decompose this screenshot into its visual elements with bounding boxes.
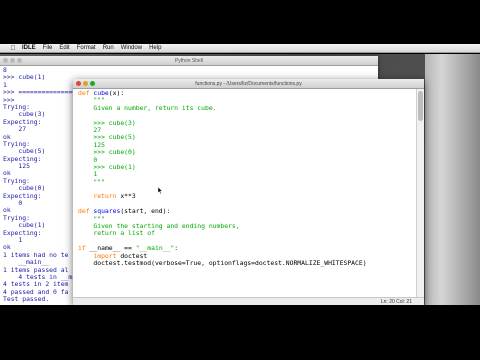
- apple-icon[interactable]: : [9, 44, 17, 53]
- menu-format[interactable]: Format: [77, 44, 96, 53]
- code-token: (start, end):: [120, 207, 171, 216]
- code-token: :: [174, 244, 179, 253]
- menu-edit[interactable]: Edit: [59, 44, 69, 53]
- code-line: return a list of: [78, 230, 416, 237]
- code-token: (x):: [108, 89, 125, 97]
- desktop-background-strip: [425, 54, 480, 305]
- code-token: x**3: [116, 192, 136, 201]
- mouse-cursor-icon: [158, 187, 163, 194]
- scrollbar-thumb[interactable]: [418, 91, 423, 121]
- code-token: """: [78, 177, 105, 186]
- cursor-position: Ln: 20 Col: 21: [380, 299, 412, 305]
- editor-status-bar: Ln: 20 Col: 21: [73, 297, 424, 305]
- editor-window: functions.py - /Users/liz/Documents/func…: [73, 79, 424, 305]
- zoom-icon[interactable]: [90, 81, 95, 86]
- code-line: def cube(x):: [78, 89, 416, 97]
- editor-window-controls: [76, 81, 95, 86]
- code-token: Given a number, return its cube.: [78, 103, 217, 112]
- code-token: return a list of: [78, 229, 155, 238]
- editor-window-title: functions.py - /Users/liz/Documents/func…: [195, 81, 302, 87]
- code-line: Given a number, return its cube.: [78, 103, 416, 112]
- menu-run[interactable]: Run: [103, 44, 114, 53]
- code-editor[interactable]: def cube(x): """ Given a number, return …: [73, 89, 416, 297]
- code-line: >>> cube(5): [78, 134, 416, 141]
- code-line: doctest.testmod(verbose=True, optionflag…: [78, 258, 416, 267]
- minimize-icon[interactable]: [10, 58, 15, 63]
- screen:  IDLE File Edit Format Run Window Help …: [0, 0, 480, 360]
- code-line: 1: [78, 171, 416, 178]
- menu-app-name[interactable]: IDLE: [22, 44, 36, 53]
- code-line: """: [78, 177, 416, 186]
- zoom-icon[interactable]: [17, 58, 22, 63]
- minimize-icon[interactable]: [83, 81, 88, 86]
- shell-titlebar[interactable]: Python Shell: [0, 56, 378, 66]
- code-line: def squares(start, end):: [78, 208, 416, 215]
- menu-window[interactable]: Window: [121, 44, 142, 53]
- shell-line: 8: [3, 66, 7, 74]
- code-line: >>> cube(1): [78, 163, 416, 171]
- menu-help[interactable]: Help: [149, 44, 161, 53]
- menu-file[interactable]: File: [43, 44, 53, 53]
- code-line: return x**3: [78, 193, 416, 200]
- code-line: >>> cube(3): [78, 119, 416, 127]
- editor-titlebar[interactable]: functions.py - /Users/liz/Documents/func…: [73, 79, 424, 89]
- editor-scrollbar[interactable]: [416, 89, 424, 297]
- close-icon[interactable]: [76, 81, 81, 86]
- code-token: doctest.testmod(verbose=True, optionflag…: [78, 258, 367, 267]
- code-token: return: [93, 192, 117, 201]
- menu-bar:  IDLE File Edit Format Run Window Help: [0, 44, 480, 53]
- shell-window-title: Python Shell: [174, 58, 204, 64]
- code-line: >>> cube(0): [78, 148, 416, 156]
- close-icon[interactable]: [3, 58, 8, 63]
- shell-window-controls: [3, 58, 22, 63]
